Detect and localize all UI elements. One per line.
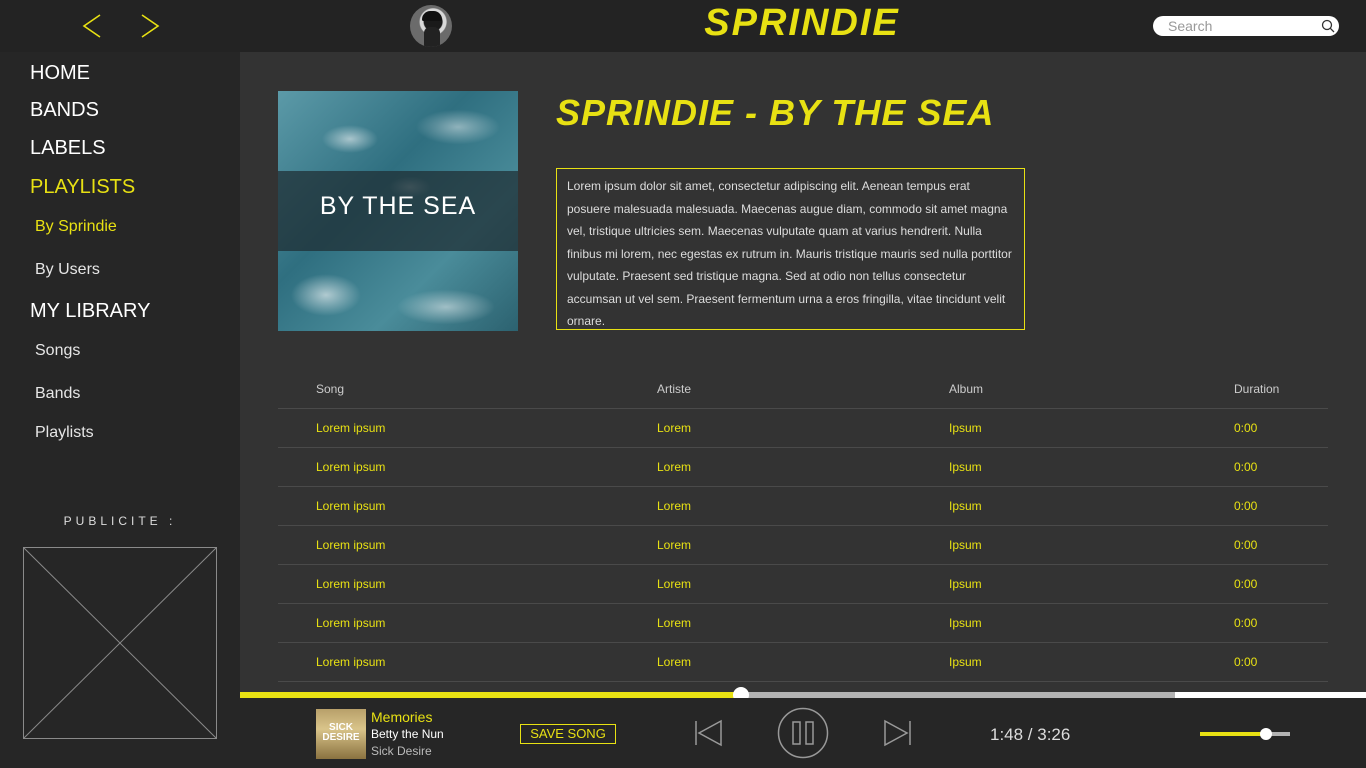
volume-slider[interactable] [1200,728,1290,740]
now-playing-thumbnail[interactable]: SICK DESIRE [316,709,366,759]
cell-album[interactable]: Ipsum [949,499,982,513]
header-song[interactable]: Song [316,382,344,396]
search-input[interactable] [1168,17,1318,35]
save-song-button[interactable]: SAVE SONG [520,724,616,744]
cell-song[interactable]: Lorem ipsum [316,460,385,474]
cell-duration: 0:00 [1234,616,1258,630]
cell-album[interactable]: Ipsum [949,421,982,435]
skip-next-icon[interactable] [882,719,912,747]
sidebar-item-songs[interactable]: Songs [35,342,80,360]
sidebar-item-bands[interactable]: BANDS [30,99,99,122]
cell-album[interactable]: Ipsum [949,538,982,552]
cell-duration: 0:00 [1234,421,1258,435]
sidebar-item-my-library[interactable]: MY LIBRARY [30,300,150,323]
back-arrow-icon[interactable] [80,10,108,42]
now-playing-artist[interactable]: Betty the Nun [371,727,444,741]
ad-label: PUBLICITE : [63,514,177,528]
cell-artist[interactable]: Lorem [657,616,691,630]
sidebar-item-labels[interactable]: LABELS [30,137,106,160]
cell-duration: 0:00 [1234,499,1258,513]
sidebar-item-by-sprindie[interactable]: By Sprindie [35,218,117,236]
cell-duration: 0:00 [1234,460,1258,474]
cell-song[interactable]: Lorem ipsum [316,655,385,669]
sidebar-item-home[interactable]: HOME [30,62,90,85]
table-row[interactable]: Lorem ipsum Lorem Ipsum 0:00 [278,565,1328,604]
cell-artist[interactable]: Lorem [657,655,691,669]
table-row[interactable]: Lorem ipsum Lorem Ipsum 0:00 [278,526,1328,565]
track-table: Song Artiste Album Duration Lorem ipsum … [278,370,1328,682]
cell-album[interactable]: Ipsum [949,616,982,630]
table-row[interactable]: Lorem ipsum Lorem Ipsum 0:00 [278,643,1328,682]
cell-song[interactable]: Lorem ipsum [316,499,385,513]
forward-arrow-icon[interactable] [136,10,164,42]
cell-song[interactable]: Lorem ipsum [316,577,385,591]
avatar-figure [424,27,440,47]
cover-title: BY THE SEA [319,192,477,220]
playlist-description: Lorem ipsum dolor sit amet, consectetur … [556,168,1025,330]
cell-album[interactable]: Ipsum [949,460,982,474]
cell-artist[interactable]: Lorem [657,499,691,513]
ad-placeholder[interactable] [23,547,217,739]
cell-song[interactable]: Lorem ipsum [316,421,385,435]
avatar[interactable] [410,5,452,47]
avatar-hat [422,11,442,21]
cell-duration: 0:00 [1234,538,1258,552]
table-row[interactable]: Lorem ipsum Lorem Ipsum 0:00 [278,604,1328,643]
cell-duration: 0:00 [1234,655,1258,669]
cell-song[interactable]: Lorem ipsum [316,538,385,552]
table-row[interactable]: Lorem ipsum Lorem Ipsum 0:00 [278,487,1328,526]
app-logo[interactable]: SPRINDIE [700,2,904,45]
sidebar-item-by-users[interactable]: By Users [35,261,100,279]
top-bar: SPRINDIE [0,0,1366,52]
sidebar-item-library-playlists[interactable]: Playlists [35,424,94,442]
playlist-cover: BY THE SEA [278,91,518,331]
header-duration[interactable]: Duration [1234,382,1279,396]
thumbnail-text: SICK DESIRE [322,722,360,743]
playback-time: 1:48 / 3:26 [990,725,1071,744]
now-playing-album[interactable]: Sick Desire [371,744,432,758]
table-header: Song Artiste Album Duration [278,370,1328,409]
pause-icon[interactable] [777,707,829,759]
cell-artist[interactable]: Lorem [657,460,691,474]
table-row[interactable]: Lorem ipsum Lorem Ipsum 0:00 [278,409,1328,448]
cell-artist[interactable]: Lorem [657,577,691,591]
cell-duration: 0:00 [1234,577,1258,591]
header-artist[interactable]: Artiste [657,382,691,396]
cell-album[interactable]: Ipsum [949,577,982,591]
playlist-title: SPRINDIE - BY THE SEA [556,92,995,133]
sidebar-item-playlists[interactable]: PLAYLISTS [30,176,135,199]
sidebar: HOME BANDS LABELS PLAYLISTS By Sprindie … [0,52,240,768]
search-icon[interactable] [1321,19,1335,33]
cell-song[interactable]: Lorem ipsum [316,616,385,630]
sidebar-item-library-bands[interactable]: Bands [35,385,80,403]
search-bar[interactable] [1153,16,1339,36]
now-playing-title[interactable]: Memories [371,709,432,725]
player-bar: SICK DESIRE Memories Betty the Nun Sick … [240,698,1366,768]
volume-fill [1200,732,1266,736]
header-album[interactable]: Album [949,382,983,396]
cell-artist[interactable]: Lorem [657,538,691,552]
cell-artist[interactable]: Lorem [657,421,691,435]
volume-knob[interactable] [1259,728,1272,740]
skip-previous-icon[interactable] [694,719,724,747]
table-row[interactable]: Lorem ipsum Lorem Ipsum 0:00 [278,448,1328,487]
cell-album[interactable]: Ipsum [949,655,982,669]
